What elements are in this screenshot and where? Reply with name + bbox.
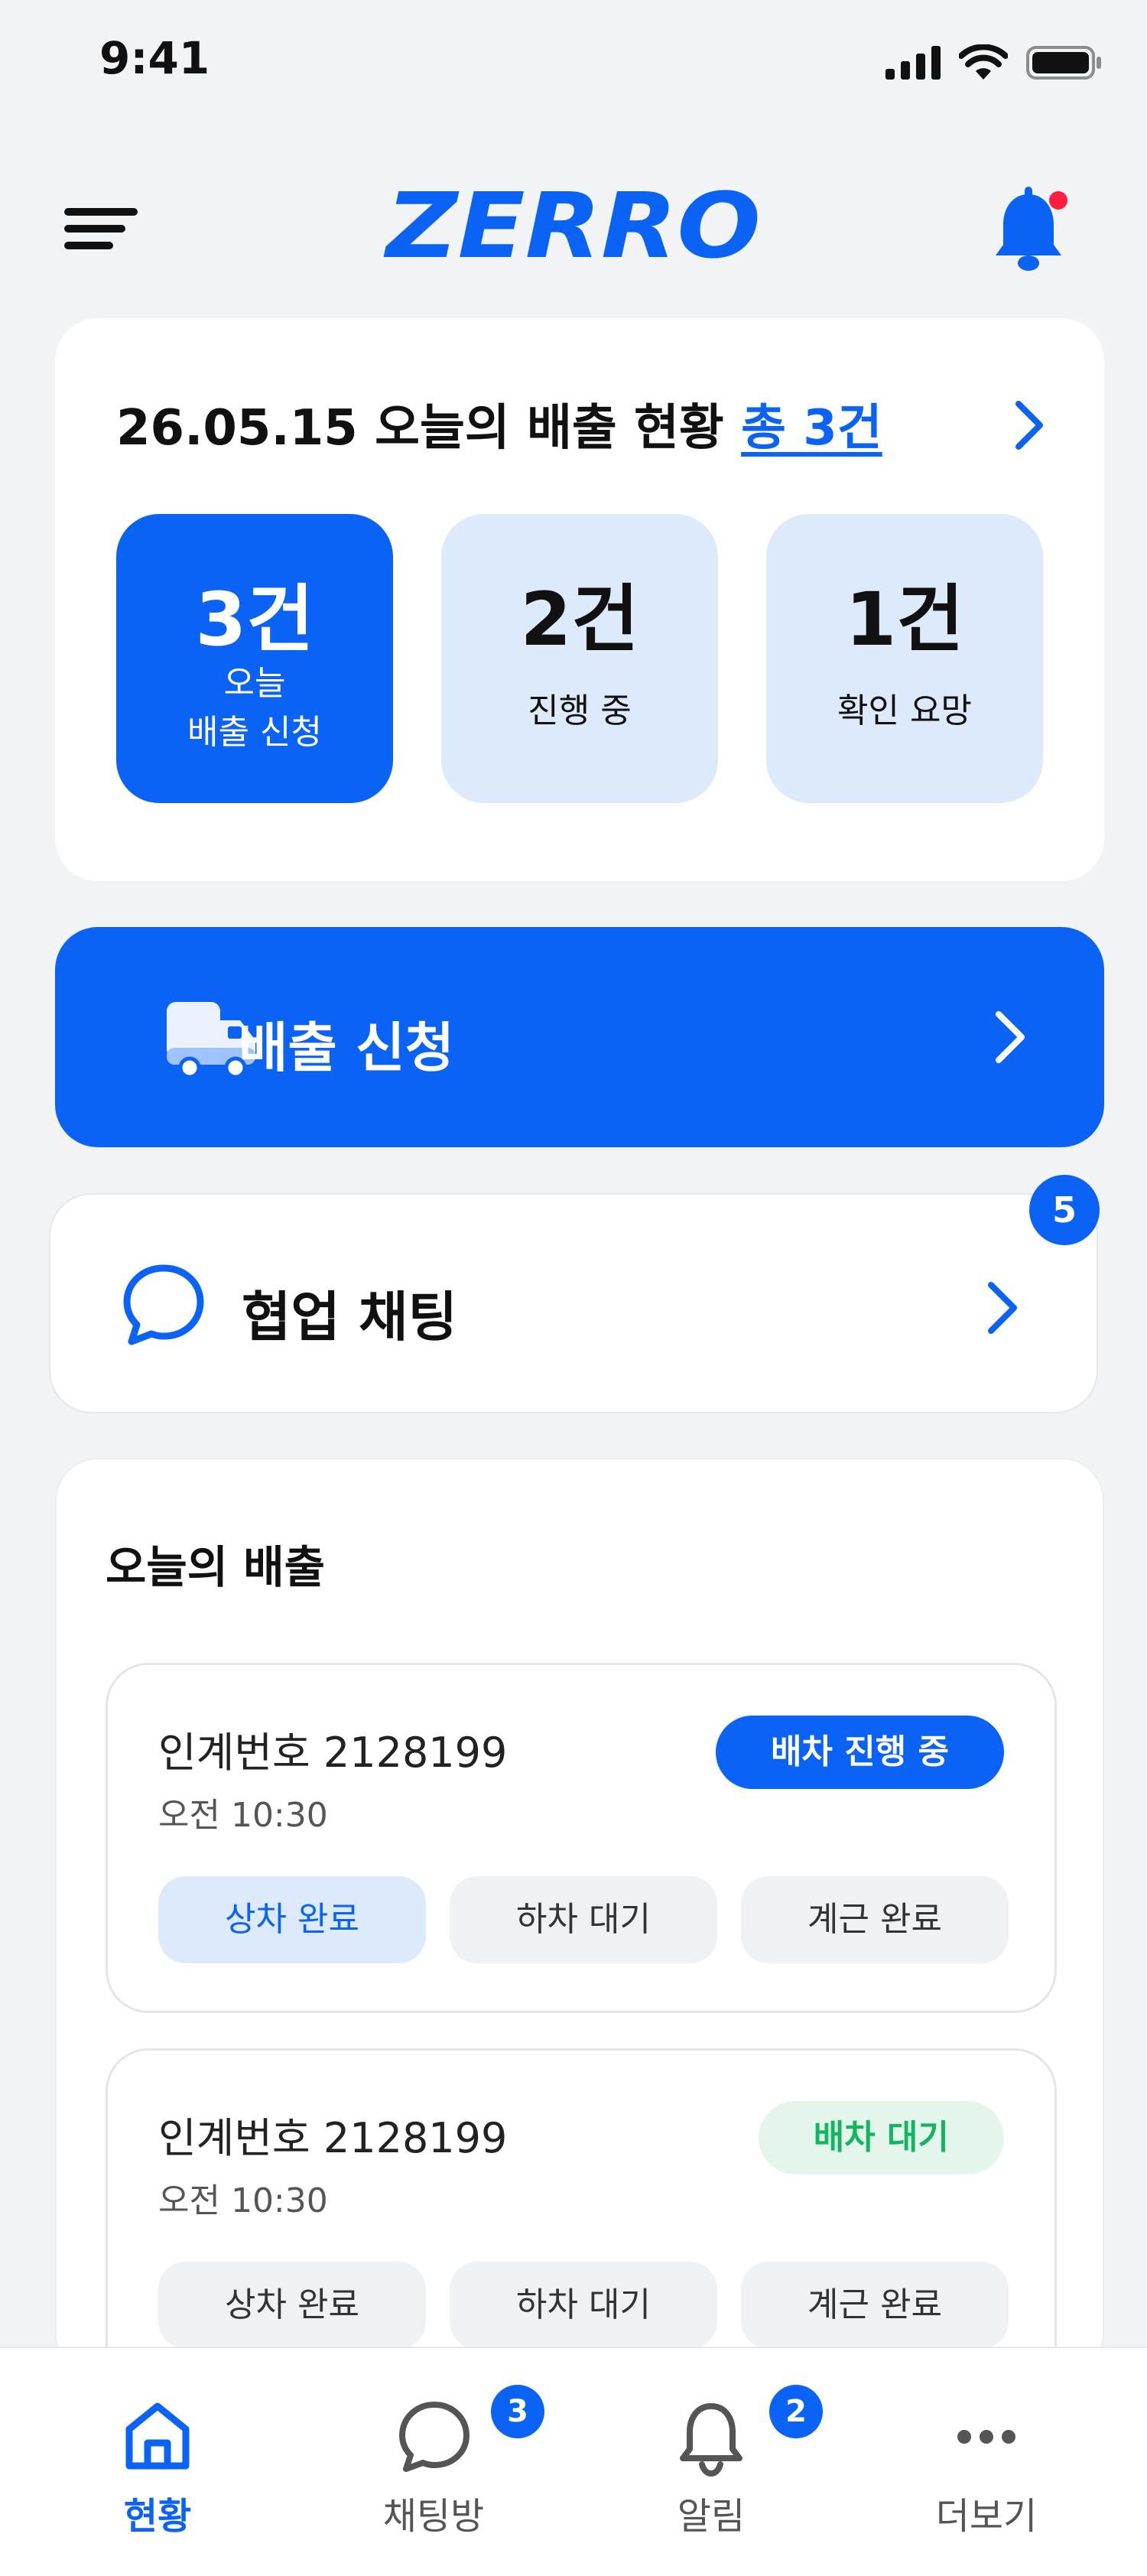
stat-today-requests[interactable]: 3건 오늘 배출 신청	[116, 514, 393, 803]
dispatch-item[interactable]: 인계번호 2128199 오전 10:30 배차 진행 중 상차 완료 하차 대…	[106, 1663, 1057, 2013]
dispatch-time: 오전 10:30	[158, 2181, 328, 2220]
chevron-right-icon	[988, 1282, 1017, 1334]
chat-unread-badge: 5	[1029, 1175, 1100, 1245]
today-section-title: 오늘의 배출	[106, 1541, 325, 1593]
handover-number: 인계번호 2128199	[158, 1729, 508, 1777]
signal-icon	[885, 46, 941, 80]
more-icon	[957, 2430, 1015, 2444]
stat-needs-check[interactable]: 1건 확인 요망	[766, 514, 1043, 803]
nav-label: 현황	[123, 2495, 192, 2538]
alert-badge: 2	[769, 2385, 823, 2438]
step-weighing-done: 계근 완료	[741, 2262, 1009, 2349]
stat-value: 2건	[520, 577, 639, 662]
app-screen: 9:41 ZERRO 26.05.15 오늘의 배출 현황 총 3건 3건 오늘…	[0, 0, 1147, 2576]
status-bar: 9:41	[0, 0, 1147, 122]
wifi-icon	[959, 44, 1008, 80]
nav-label: 채팅방	[382, 2495, 485, 2538]
dispatch-time: 오전 10:30	[158, 1796, 328, 1835]
step-loading-done: 상차 완료	[158, 1876, 426, 1963]
bottom-navigation: 현황 채팅방 3 알림 2 더보기	[0, 2347, 1147, 2576]
stat-value: 3건	[195, 577, 314, 662]
collab-chat-label: 협업 채팅	[242, 1286, 457, 1348]
step-weighing-done: 계근 완료	[741, 1876, 1009, 1963]
step-unloading-waiting: 하차 대기	[450, 2262, 717, 2349]
today-dispatch-card: 오늘의 배출 인계번호 2128199 오전 10:30 배차 진행 중 상차 …	[55, 1458, 1104, 2399]
nav-label: 알림	[677, 2495, 746, 2538]
nav-label: 더보기	[935, 2495, 1038, 2538]
app-header: ZERRO	[0, 168, 1147, 275]
notification-button[interactable]	[986, 184, 1071, 275]
chat-bubble-icon	[123, 1264, 204, 1345]
home-icon	[125, 2402, 190, 2470]
dispatch-request-button[interactable]: 배출 신청	[55, 927, 1104, 1147]
chevron-right-icon	[996, 1011, 1025, 1063]
summary-total-link[interactable]: 총 3건	[741, 400, 882, 457]
stat-in-progress[interactable]: 2건 진행 중	[441, 514, 718, 803]
stat-label: 오늘 배출 신청	[187, 664, 322, 752]
logo-text: ZERRO	[383, 179, 761, 271]
nav-more[interactable]: 더보기	[895, 2394, 1078, 2547]
menu-line	[64, 208, 138, 216]
stat-value: 1건	[845, 577, 964, 662]
stat-label: 진행 중	[528, 691, 632, 730]
chat-room-badge: 3	[491, 2385, 544, 2438]
summary-card[interactable]: 26.05.15 오늘의 배출 현황 총 3건 3건 오늘 배출 신청 2건 진…	[55, 318, 1104, 881]
step-loading-done: 상차 완료	[158, 2262, 426, 2349]
status-badge: 배차 진행 중	[715, 1716, 1004, 1789]
step-unloading-waiting: 하차 대기	[450, 1876, 717, 1963]
summary-title-text: 26.05.15 오늘의 배출 현황	[116, 400, 742, 457]
summary-title: 26.05.15 오늘의 배출 현황 총 3건	[116, 389, 882, 459]
status-badge: 배차 대기	[758, 2101, 1004, 2174]
handover-number: 인계번호 2128199	[158, 2114, 508, 2162]
status-time: 9:41	[99, 32, 210, 84]
dispatch-request-label: 배출 신청	[239, 1016, 454, 1079]
bell-icon	[996, 187, 1067, 271]
collab-chat-card[interactable]: 협업 채팅	[49, 1193, 1098, 1413]
zerro-logo: ZERRO	[383, 179, 761, 271]
chat-icon	[399, 2402, 470, 2472]
notification-dot	[1049, 191, 1067, 210]
menu-button[interactable]	[64, 194, 138, 255]
bell-icon	[680, 2403, 742, 2477]
nav-home[interactable]: 현황	[66, 2394, 249, 2547]
menu-line	[64, 242, 113, 249]
status-icons	[885, 44, 1103, 81]
battery-icon	[1026, 46, 1101, 80]
chevron-right-icon[interactable]	[1005, 395, 1051, 456]
stat-label: 확인 요망	[837, 691, 972, 730]
menu-line	[64, 225, 125, 233]
